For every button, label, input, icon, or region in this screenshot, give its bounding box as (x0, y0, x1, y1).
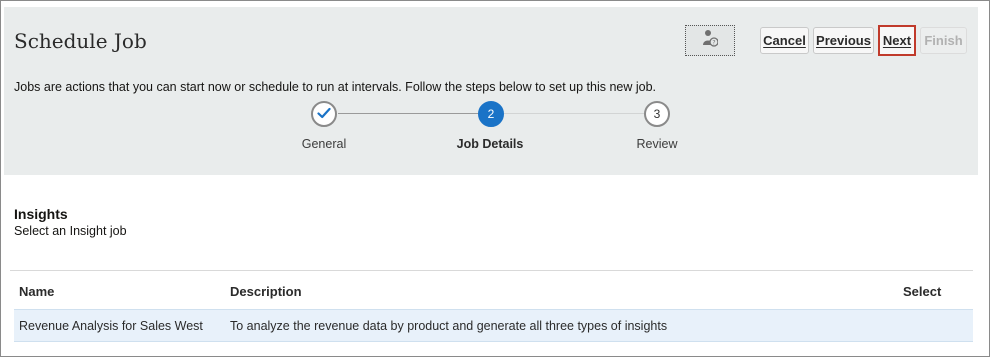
train-label-general: General (301, 137, 347, 151)
checkmark-icon (317, 107, 331, 122)
table-row[interactable]: Revenue Analysis for Sales West To analy… (14, 309, 973, 342)
column-header-select[interactable]: Select (903, 284, 941, 299)
finish-button[interactable]: Finish (920, 27, 967, 54)
help-button[interactable]: ? (685, 25, 735, 56)
train-stop-general[interactable] (311, 101, 337, 127)
table-divider (10, 270, 973, 271)
train-connector-1 (338, 113, 481, 114)
svg-text:?: ? (712, 40, 715, 47)
train-connector-2 (504, 113, 644, 114)
train-label-job-details: Job Details (456, 137, 524, 151)
train-stop-review[interactable]: 3 (644, 101, 670, 127)
cell-name: Revenue Analysis for Sales West (19, 319, 203, 333)
section-title: Insights (14, 206, 68, 222)
intro-text: Jobs are actions that you can start now … (14, 80, 657, 94)
train-label-review: Review (636, 137, 678, 151)
next-button[interactable]: Next (878, 25, 916, 56)
cell-description: To analyze the revenue data by product a… (230, 319, 668, 333)
cancel-button[interactable]: Cancel (760, 27, 809, 54)
previous-button[interactable]: Previous (813, 27, 874, 54)
user-help-icon: ? (702, 29, 719, 52)
section-subtitle: Select an Insight job (14, 224, 127, 238)
column-header-name[interactable]: Name (19, 284, 54, 299)
column-header-description[interactable]: Description (230, 284, 302, 299)
page-header: Schedule Job ? Cancel Previous Next Fini… (4, 7, 978, 175)
train-stop-job-details[interactable]: 2 (478, 101, 504, 127)
page-title: Schedule Job (14, 29, 147, 53)
